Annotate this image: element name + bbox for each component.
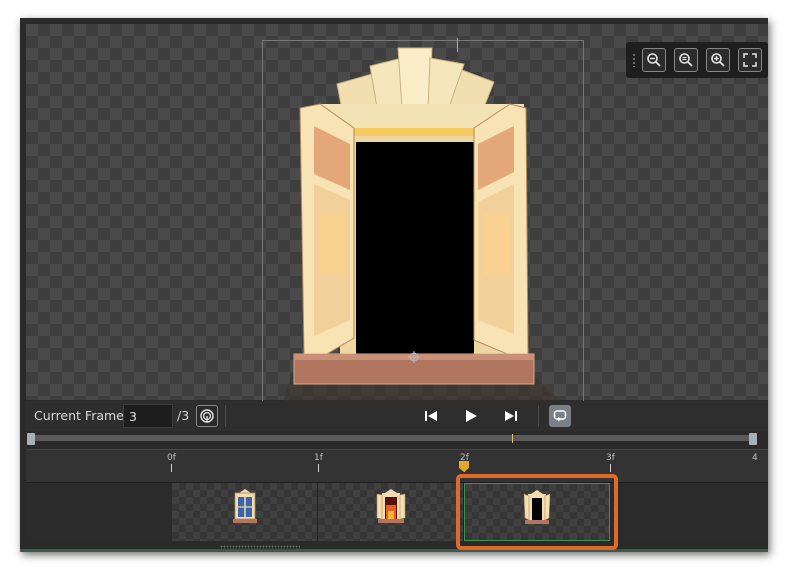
skip-to-start-icon (425, 411, 437, 421)
loop-toggle-button[interactable] (549, 405, 571, 427)
loop-icon (553, 410, 567, 422)
playhead-handle[interactable] (458, 461, 470, 473)
zoom-out-button[interactable] (642, 48, 666, 72)
half-open-window-thumbnail (376, 489, 405, 523)
preview-viewport[interactable] (26, 24, 768, 404)
scrollbar-playhead-marker (512, 434, 513, 443)
open-window-sprite (282, 47, 562, 404)
frames-track (26, 482, 768, 542)
selected-frame-highlight (456, 474, 618, 550)
separator (538, 405, 539, 427)
tick-mark (610, 464, 611, 472)
skip-to-end-button[interactable] (500, 405, 522, 427)
playhead-line (457, 38, 458, 52)
frame-cell-2[interactable] (318, 483, 464, 541)
onion-skin-button[interactable] (196, 405, 218, 427)
toolbar-grip[interactable] (632, 53, 636, 67)
frame-cell-1[interactable] (172, 483, 318, 541)
current-frame-label: Current Frame: (34, 408, 129, 423)
zoom-out-icon (647, 53, 661, 67)
skip-to-end-icon (505, 411, 517, 421)
tick-mark (318, 464, 319, 472)
zoom-reset-button[interactable] (674, 48, 698, 72)
scrollbar-start-handle[interactable] (27, 433, 35, 445)
zoom-toolbar (626, 42, 768, 78)
zoom-in-button[interactable] (706, 48, 730, 72)
tick-label-0: 0f (167, 453, 176, 463)
fullscreen-icon (743, 53, 757, 67)
animation-editor-window: Current Frame: 3 /3 0f 1f 2f 3f 4 (20, 18, 768, 552)
tick-mark (171, 464, 172, 472)
closed-window-thumbnail (232, 489, 257, 523)
zoom-in-icon (711, 53, 725, 67)
total-frames-label: /3 (177, 408, 190, 423)
timeline-scrollbar[interactable] (26, 431, 768, 449)
tick-label-3: 3f (606, 453, 615, 463)
tick-label-4: 4 (752, 453, 758, 463)
current-frame-input[interactable]: 3 (123, 404, 173, 428)
bottom-border (20, 549, 768, 552)
play-button[interactable] (460, 405, 482, 427)
play-icon (466, 410, 477, 422)
zoom-reset-icon (679, 53, 693, 67)
playback-controls-bar: Current Frame: 3 /3 (26, 401, 768, 431)
timeline-ruler[interactable]: 0f 1f 2f 3f 4 (26, 449, 768, 482)
separator (225, 405, 226, 427)
scrollbar-track (32, 435, 754, 441)
scrollbar-end-handle[interactable] (749, 433, 757, 445)
onion-skin-icon (200, 409, 214, 423)
fullscreen-button[interactable] (738, 48, 762, 72)
tick-label-1: 1f (314, 453, 323, 463)
skip-to-start-button[interactable] (420, 405, 442, 427)
